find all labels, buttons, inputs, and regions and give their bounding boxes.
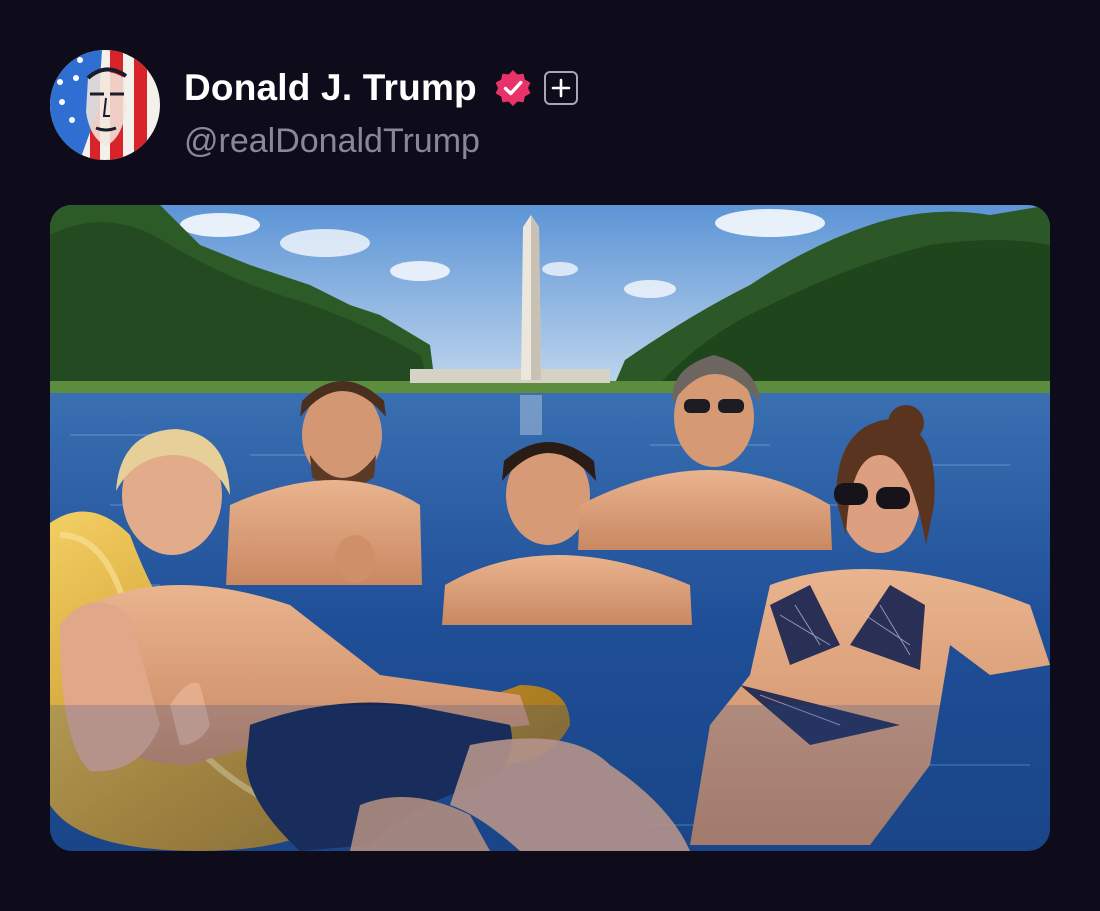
photo-illustration [50, 205, 1050, 851]
avatar[interactable] [50, 50, 160, 160]
verified-badge-icon [493, 68, 533, 108]
post-card: Donald J. Trump @realDonaldTrump [0, 0, 1100, 911]
author-handle[interactable]: @realDonaldTrump [184, 122, 480, 161]
follow-button[interactable] [543, 71, 578, 105]
plus-icon [551, 78, 571, 98]
author-display-name[interactable]: Donald J. Trump [184, 67, 477, 109]
flag-portrait-avatar-icon [50, 50, 160, 160]
author-name-row: Donald J. Trump [184, 64, 578, 112]
post-image[interactable] [50, 205, 1050, 851]
